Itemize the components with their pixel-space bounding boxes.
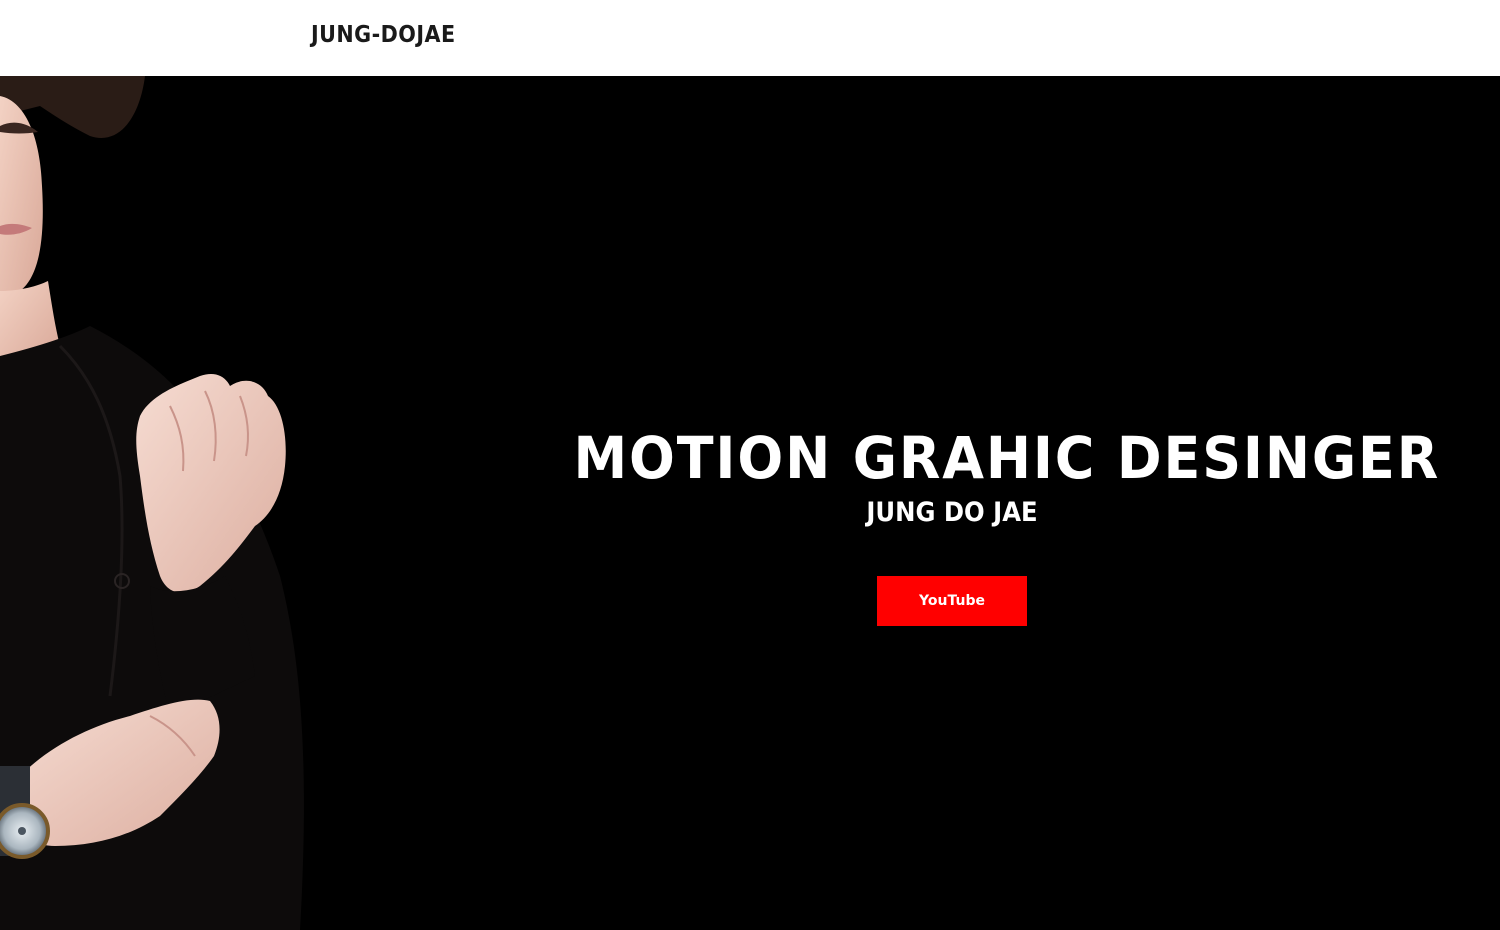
top-navigation-bar: JUNG-DOJAE <box>0 0 1500 76</box>
hero-name: JUNG DO JAE <box>866 497 1038 528</box>
hero-headline: MOTION GRAHIC DESINGER <box>573 424 1441 492</box>
portrait-photo <box>0 76 304 930</box>
youtube-button[interactable]: YouTube <box>877 576 1027 626</box>
brand-logo-link[interactable]: JUNG-DOJAE <box>311 22 456 48</box>
hero-section: MOTION GRAHIC DESINGER JUNG DO JAE YouTu… <box>0 76 1500 930</box>
